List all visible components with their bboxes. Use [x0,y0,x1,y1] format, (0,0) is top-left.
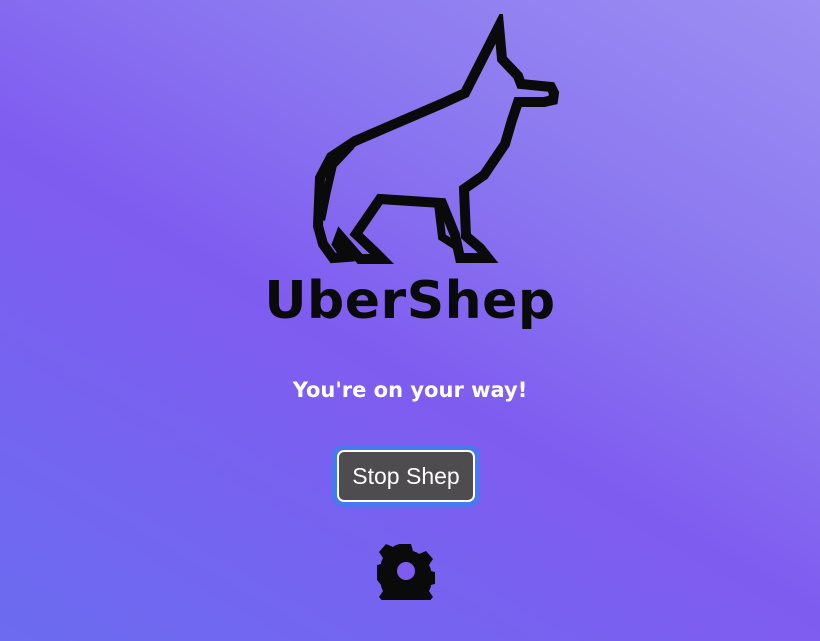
trip-status-message: You're on your way! [292,378,528,402]
gear-icon[interactable] [377,542,435,600]
shepherd-dog-icon [300,14,570,264]
stop-button-focus-ring: Stop Shep [333,446,479,506]
app-screen: UberShep You're on your way! Stop Shep [0,0,820,641]
stop-shep-button[interactable]: Stop Shep [337,450,475,502]
app-title: UberShep [264,271,556,331]
